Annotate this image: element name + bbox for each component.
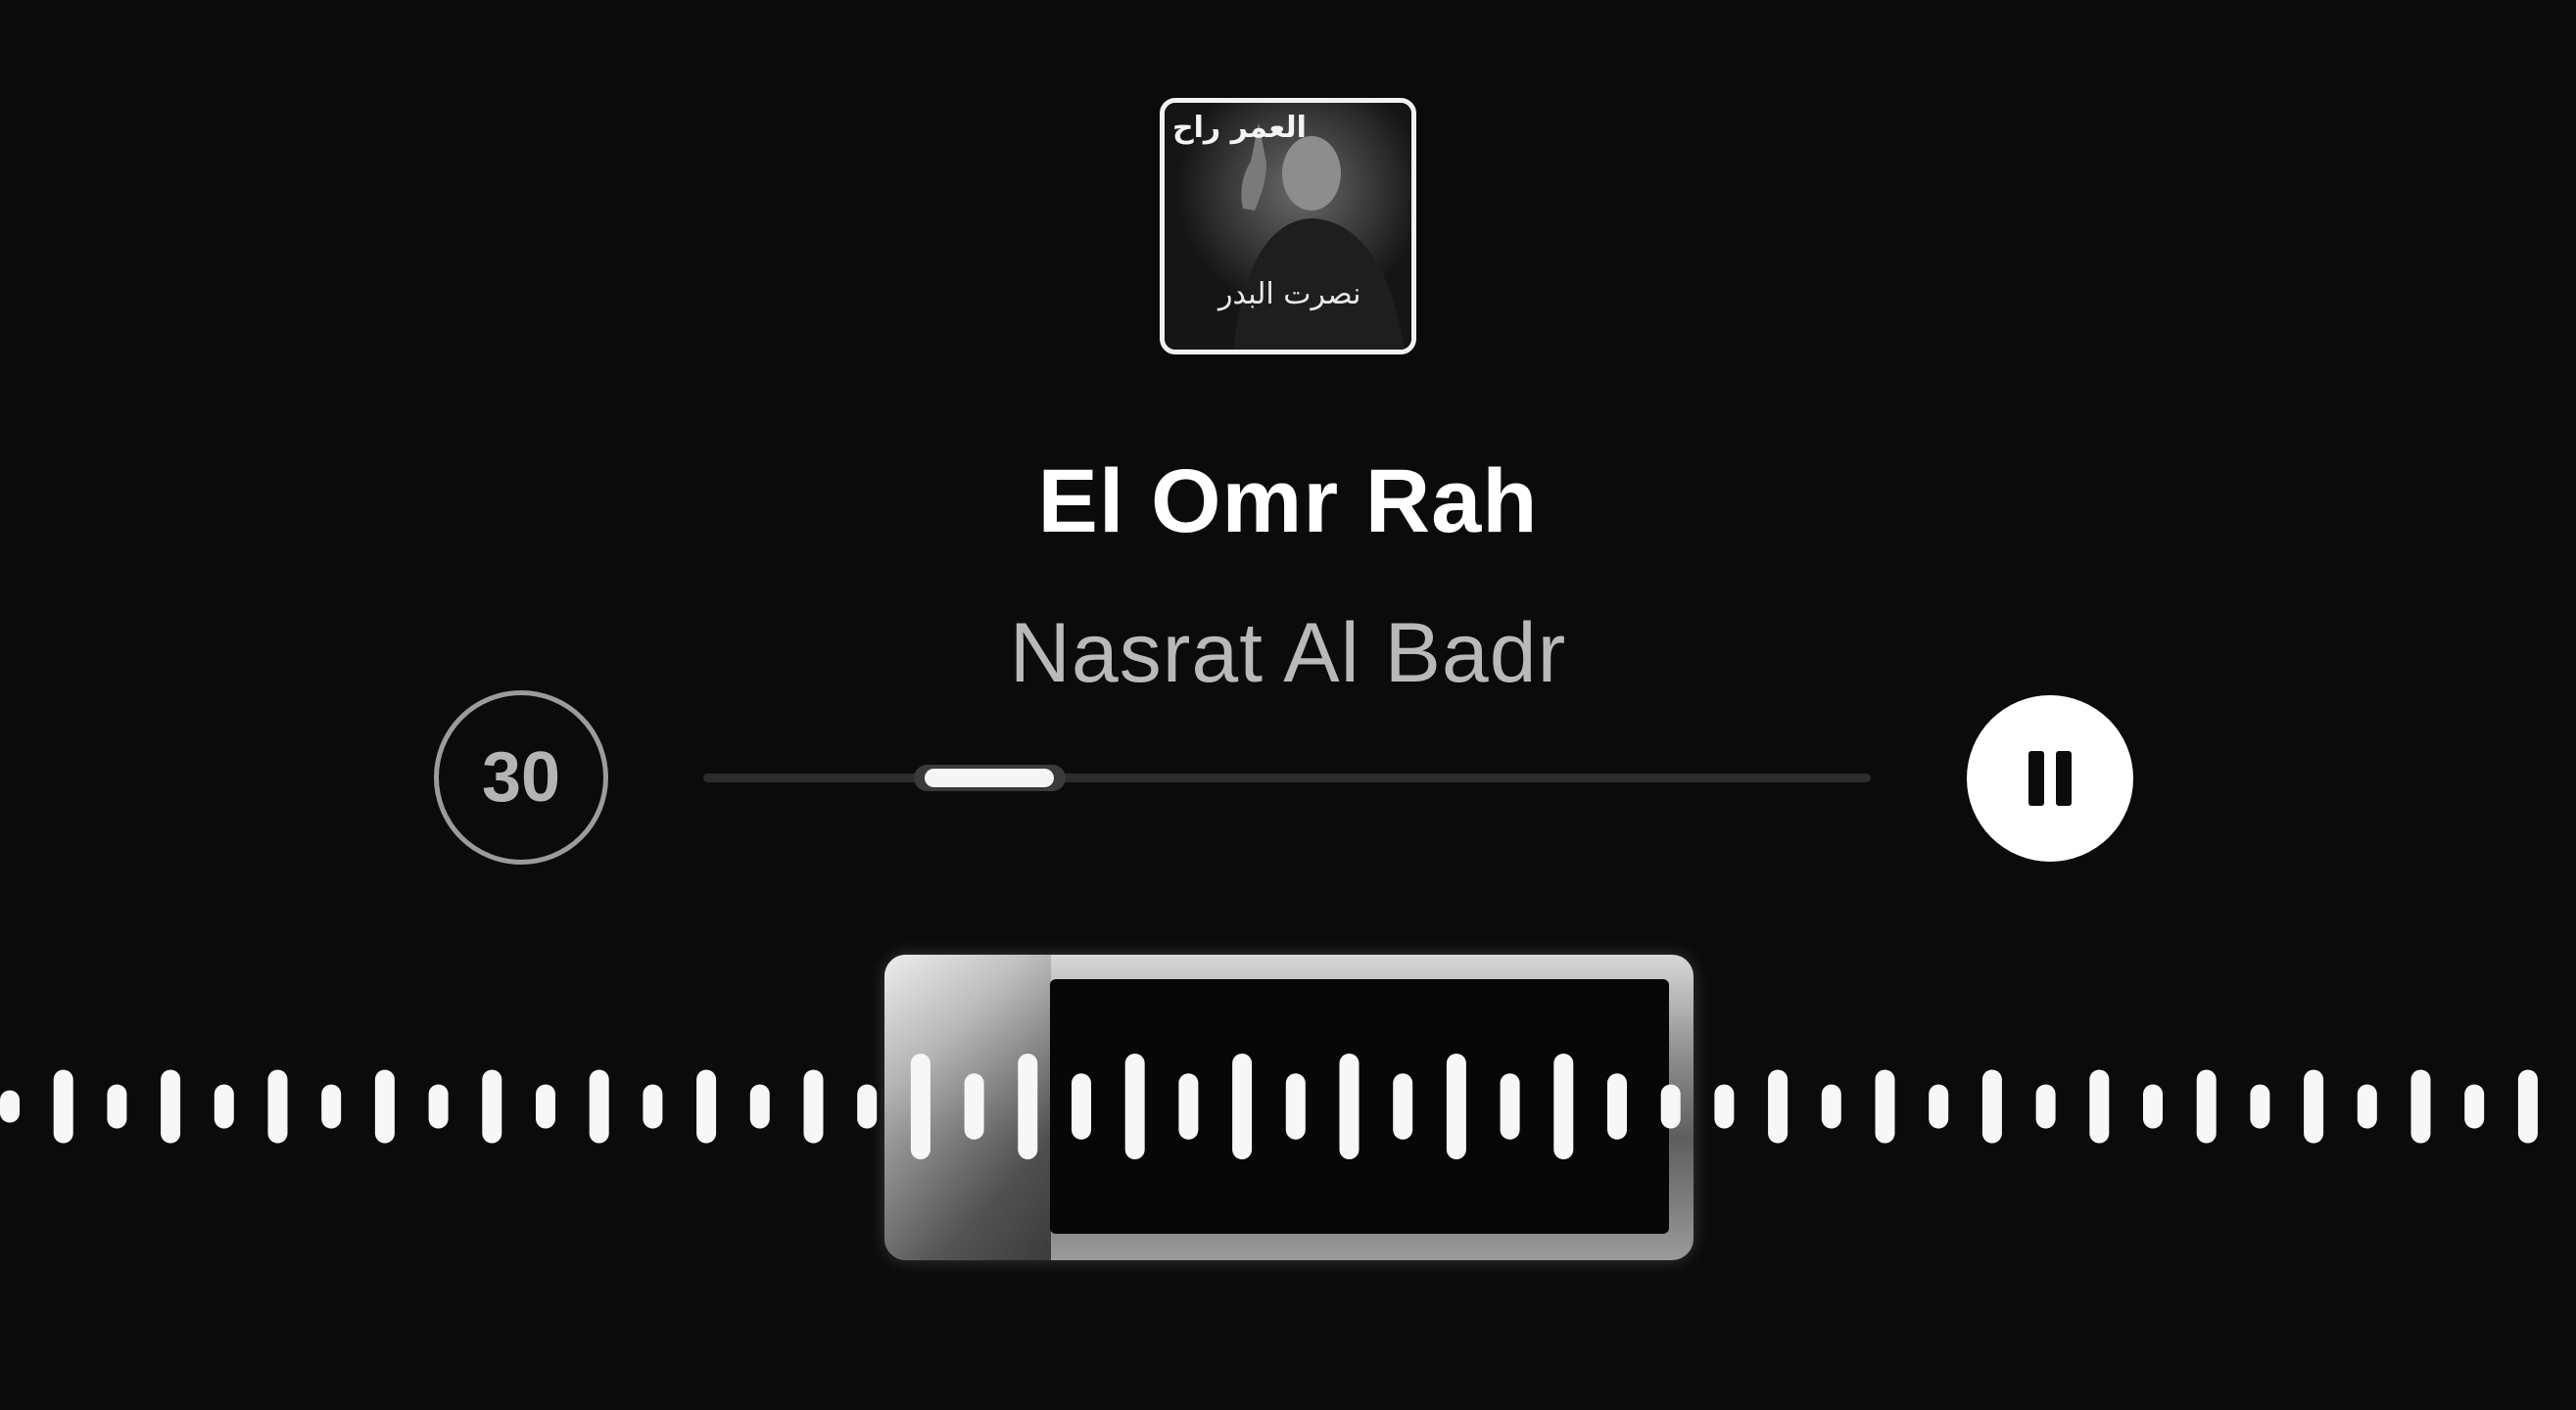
waveform-bar (803, 1069, 824, 1144)
progress-fill[interactable] (925, 769, 1054, 787)
waveform-bar (2250, 1084, 2270, 1129)
waveform-bar (482, 1069, 502, 1144)
waveform-bar (1660, 1084, 1681, 1129)
waveform-bar (1714, 1084, 1735, 1129)
audio-player: العمر راح نصرت البدر El Omr Rah Nasrat A… (0, 0, 2576, 1410)
album-artwork[interactable]: العمر راح نصرت البدر (1160, 98, 1416, 354)
waveform-bar (2143, 1084, 2163, 1129)
waveform-bar (1072, 1073, 1091, 1140)
waveform-bar (2304, 1069, 2324, 1144)
pause-icon-bar (2056, 751, 2072, 806)
waveform-bar (1124, 1054, 1145, 1159)
waveform-bar (53, 1069, 73, 1144)
waveform-bar (643, 1084, 663, 1129)
waveform-bar (1232, 1054, 1253, 1159)
waveform-bar (1446, 1054, 1466, 1159)
waveform-bar (161, 1069, 181, 1144)
artwork-title-text: العمر راح (1172, 111, 1307, 145)
waveform-bar (2035, 1084, 2056, 1129)
waveform-bar (1768, 1069, 1789, 1144)
waveform-bar (1339, 1054, 1360, 1159)
waveform-bar (2089, 1069, 2110, 1144)
waveform-bar (536, 1084, 555, 1129)
pause-button[interactable] (1967, 695, 2133, 862)
waveform-bar (2517, 1069, 2538, 1144)
waveform-bar (1018, 1054, 1038, 1159)
waveform-bar (1981, 1069, 2002, 1144)
waveform-bar (1285, 1073, 1306, 1140)
progress-bar[interactable] (703, 765, 1871, 791)
waveform-bar (1929, 1084, 1949, 1129)
artist-name[interactable]: Nasrat Al Badr (0, 605, 2576, 702)
waveform-bar (2410, 1069, 2431, 1144)
waveform-bar (2196, 1069, 2217, 1144)
waveform-bar (589, 1069, 609, 1144)
artwork-artist-text: نصرت البدر (1218, 277, 1361, 311)
waveform-bar (1875, 1069, 1895, 1144)
waveform-bar (1821, 1084, 1841, 1129)
waveform-bar (1393, 1073, 1413, 1140)
waveform-bar (696, 1069, 717, 1144)
audio-waveform[interactable] (0, 940, 2576, 1273)
waveform-bar (2357, 1084, 2377, 1129)
waveform-bar (857, 1084, 878, 1129)
waveform-bar (214, 1084, 234, 1129)
waveform-bar (2464, 1084, 2485, 1129)
waveform-bar (428, 1084, 449, 1129)
waveform-bar (1500, 1073, 1520, 1140)
waveform-bar (1553, 1054, 1574, 1159)
waveform-bar (321, 1084, 342, 1129)
waveform-bar (964, 1073, 984, 1140)
waveform-bar (267, 1069, 288, 1144)
waveform-bar (0, 1090, 20, 1123)
pause-icon (2028, 751, 2044, 806)
waveform-bar (910, 1054, 930, 1159)
waveform-bar (107, 1084, 127, 1129)
track-title: El Omr Rah (1037, 451, 1539, 551)
waveform-bar (1607, 1073, 1627, 1140)
waveform-bar (1178, 1073, 1199, 1140)
waveform-bar (374, 1069, 395, 1144)
skip-30-label: 30 (481, 738, 561, 817)
waveform-bar (749, 1084, 770, 1129)
skip-30-button[interactable]: 30 (434, 690, 608, 865)
